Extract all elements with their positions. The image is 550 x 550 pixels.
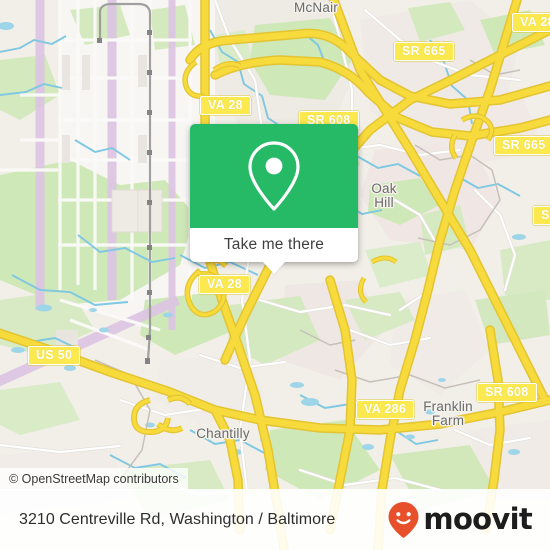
address-label: 3210 Centreville Rd, Washington / Baltim…	[19, 510, 336, 528]
popup-pin-area	[190, 124, 358, 228]
moovit-smiley-pin-icon	[388, 501, 419, 538]
shield-sr-665-top[interactable]: SR 665	[394, 42, 454, 62]
shield-sr-665-right[interactable]: SR 665	[494, 136, 550, 156]
destination-popup[interactable]: Take me there	[190, 124, 358, 274]
moovit-brand[interactable]: moovit	[387, 501, 533, 539]
bottom-bar: 3210 Centreville Rd, Washington / Baltim…	[0, 489, 550, 550]
attribution-text: © OpenStreetMap contributors	[9, 472, 179, 486]
popup-tail	[263, 262, 285, 274]
shield-va-28-mid[interactable]: VA 28	[199, 275, 250, 295]
map-screenshot: McNair Oak Hill Franklin Farm Chantilly …	[0, 0, 550, 550]
map-attribution[interactable]: © OpenStreetMap contributors	[0, 468, 188, 490]
shield-sr-right-edge[interactable]: SR	[533, 206, 550, 226]
shield-va-286-bottom[interactable]: VA 286	[356, 400, 415, 420]
shield-us-50[interactable]: US 50	[28, 346, 81, 366]
take-me-there-label: Take me there	[223, 236, 325, 253]
shield-sr-608-bottom[interactable]: SR 608	[477, 383, 537, 403]
popup-action-area[interactable]: Take me there	[190, 228, 358, 274]
shield-va-28-north[interactable]: VA 28	[200, 96, 251, 116]
map-pin-icon	[248, 141, 300, 211]
shield-va-286-top[interactable]: VA 286	[512, 13, 550, 33]
moovit-wordmark: moovit	[423, 502, 532, 536]
